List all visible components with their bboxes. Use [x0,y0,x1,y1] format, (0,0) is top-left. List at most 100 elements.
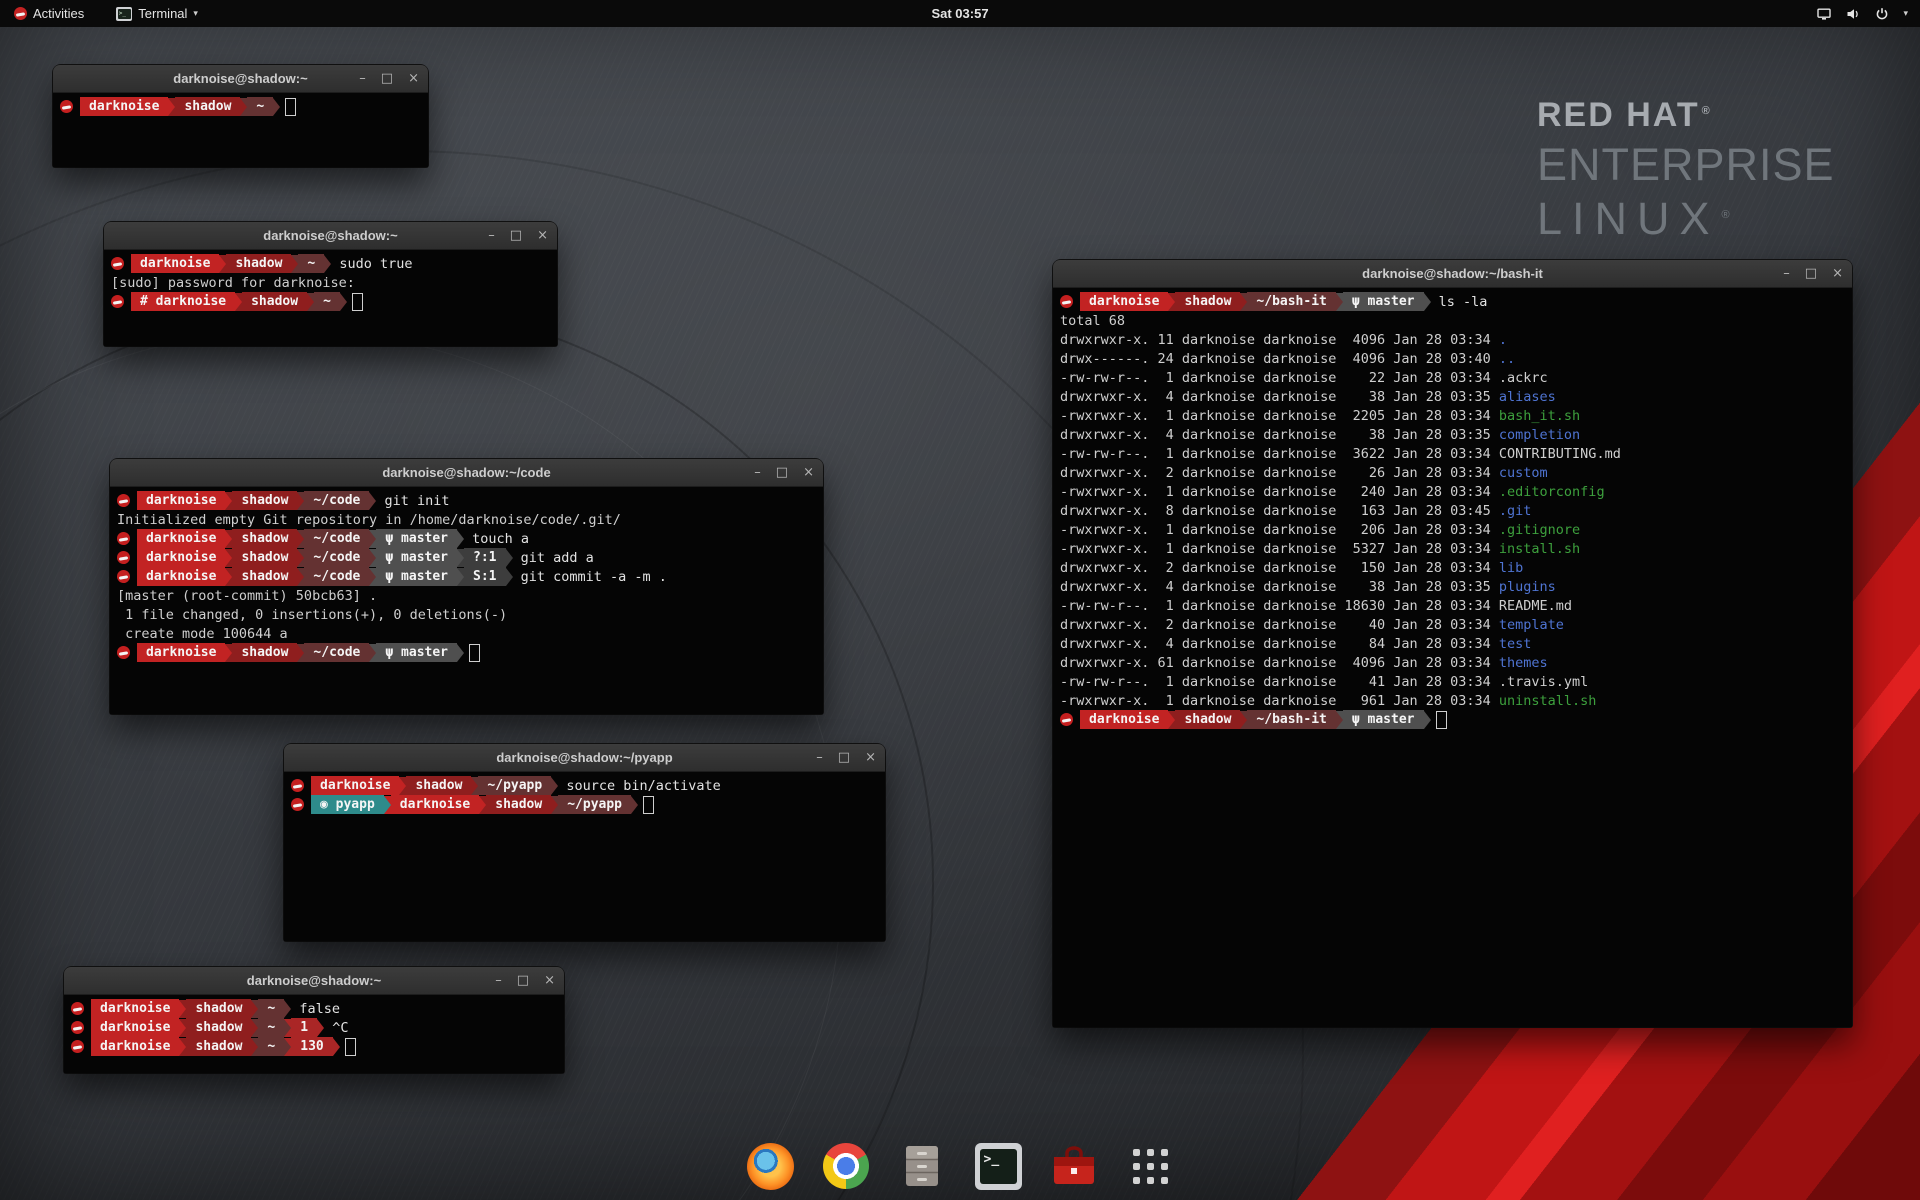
minimize-button[interactable]: – [495,974,502,987]
redhat-prompt-icon [1060,295,1073,308]
powerline-separator-icon [551,777,558,795]
dock-files-icon[interactable] [894,1138,950,1194]
maximize-button[interactable]: □ [838,751,850,764]
clock[interactable]: Sat 03:57 [931,6,988,21]
window-title: darknoise@shadow:~/pyapp [496,750,672,765]
powerline-separator-icon [225,549,232,567]
window-titlebar[interactable]: darknoise@shadow:~/bash-it – □ × [1053,260,1852,288]
terminal-line: drwxrwxr-x. 4 darknoise darknoise 38 Jan… [1060,387,1845,406]
terminal-text: .. [1499,351,1515,367]
minimize-button[interactable]: – [816,751,823,764]
terminal-text: install.sh [1499,541,1580,557]
minimize-button[interactable]: – [359,72,366,85]
terminal-text: template [1499,617,1564,633]
powerline-separator-icon [340,293,347,311]
redhat-prompt-icon [117,551,130,564]
terminal-content[interactable]: darknoiseshadow~ sudo true[sudo] passwor… [104,250,557,346]
powerline-segment: shadow [232,643,297,662]
close-button[interactable]: × [865,751,876,764]
window-titlebar[interactable]: darknoise@shadow:~/pyapp – □ × [284,744,885,772]
terminal-text: sudo true [331,256,412,272]
redhat-prompt-icon [60,100,73,113]
dock-show-applications-icon[interactable] [1122,1138,1178,1194]
dock-firefox-icon[interactable] [742,1138,798,1194]
window-controls: – □ × [1783,260,1843,287]
powerline-separator-icon [317,1019,324,1037]
terminal-text: bash_it.sh [1499,408,1580,424]
close-button[interactable]: × [537,229,548,242]
powerline-separator-icon [251,1000,258,1018]
app-menu-terminal[interactable]: >_ Terminal ▾ [110,0,204,27]
powerline-segment: ~/code [304,567,369,586]
terminal-text: -rw-rw-r--. 1 darknoise darknoise 18630 … [1060,598,1499,614]
terminal-text: drwxrwxr-x. 2 darknoise darknoise 40 Jan… [1060,617,1499,633]
window-controls: – □ × [754,459,814,486]
window-title: darknoise@shadow:~ [173,71,307,86]
powerline-separator-icon [631,796,638,814]
terminal-text: drwxrwxr-x. 4 darknoise darknoise 38 Jan… [1060,427,1499,443]
maximize-button[interactable]: □ [517,974,529,987]
powerline-separator-icon [297,644,304,662]
terminal-cursor [1436,711,1447,729]
maximize-button[interactable]: □ [381,72,393,85]
maximize-button[interactable]: □ [510,229,522,242]
powerline-segment: darknoise [131,254,219,273]
terminal-window-home-2: darknoise@shadow:~ – □ × darknoiseshadow… [64,967,564,1073]
terminal-line: drwxrwxr-x. 4 darknoise darknoise 38 Jan… [1060,425,1845,444]
terminal-line: 1 file changed, 0 insertions(+), 0 delet… [117,605,816,624]
powerline-segment: ~/pyapp [478,776,551,795]
powerline-separator-icon [219,255,226,273]
powerline-separator-icon [225,492,232,510]
terminal-content[interactable]: darknoiseshadow~/code git initInitialize… [110,487,823,714]
window-titlebar[interactable]: darknoise@shadow:~/code – □ × [110,459,823,487]
terminal-content[interactable]: darknoiseshadow~ falsedarknoiseshadow~1 … [64,995,564,1073]
terminal-text: test [1499,636,1532,652]
terminal-line: -rwxrwxr-x. 1 darknoise darknoise 2205 J… [1060,406,1845,425]
terminal-text: .ackrc [1499,370,1548,386]
maximize-button[interactable]: □ [1805,267,1817,280]
powerline-separator-icon [235,293,242,311]
desktop: { "topbar": { "activities": "Activities"… [0,0,1920,1200]
terminal-text: create mode 100644 a [117,626,288,642]
terminal-text: false [291,1001,340,1017]
window-titlebar[interactable]: darknoise@shadow:~ – □ × [53,65,428,93]
terminal-line: # darknoiseshadow~ [111,292,550,311]
terminal-text: drwxrwxr-x. 8 darknoise darknoise 163 Ja… [1060,503,1499,519]
minimize-button[interactable]: – [754,466,761,479]
powerline-segment: ◉ pyapp [311,795,384,814]
terminal-content[interactable]: darknoiseshadow~ [53,93,428,167]
dock-chrome-icon[interactable] [818,1138,874,1194]
powerline-separator-icon [399,777,406,795]
powerline-segment: ~ [258,1037,284,1056]
system-status-area[interactable]: ▾ [1816,6,1920,22]
powerline-segment: darknoise [311,776,399,795]
close-button[interactable]: × [803,466,814,479]
window-titlebar[interactable]: darknoise@shadow:~ – □ × [64,967,564,995]
terminal-cursor [345,1038,356,1056]
close-button[interactable]: × [1832,267,1843,280]
terminal-cursor [643,796,654,814]
close-button[interactable]: × [544,974,555,987]
terminal-line: [sudo] password for darknoise: [111,273,550,292]
terminal-content[interactable]: darknoiseshadow~/pyapp source bin/activa… [284,772,885,941]
maximize-button[interactable]: □ [776,466,788,479]
branding-redhat: RED HAT® [1537,96,1835,135]
activities-button[interactable]: Activities [8,0,90,27]
dock-toolbox-icon[interactable] [1046,1138,1102,1194]
powerline-segment: darknoise [137,491,225,510]
window-titlebar[interactable]: darknoise@shadow:~ – □ × [104,222,557,250]
minimize-button[interactable]: – [488,229,495,242]
terminal-text: completion [1499,427,1580,443]
powerline-segment: darknoise [137,567,225,586]
close-button[interactable]: × [408,72,419,85]
powerline-segment: ~/pyapp [558,795,631,814]
terminal-content[interactable]: darknoiseshadow~/bash-itψ master ls -lat… [1053,288,1852,1027]
powerline-separator-icon [179,1038,186,1056]
terminal-text: .git [1499,503,1532,519]
terminal-line: drwxrwxr-x. 61 darknoise darknoise 4096 … [1060,653,1845,672]
redhat-prompt-icon [117,494,130,507]
registered-mark: ® [1702,105,1712,117]
minimize-button[interactable]: – [1783,267,1790,280]
display-icon [1816,6,1832,22]
dock-terminal-icon[interactable]: >_ [970,1138,1026,1194]
